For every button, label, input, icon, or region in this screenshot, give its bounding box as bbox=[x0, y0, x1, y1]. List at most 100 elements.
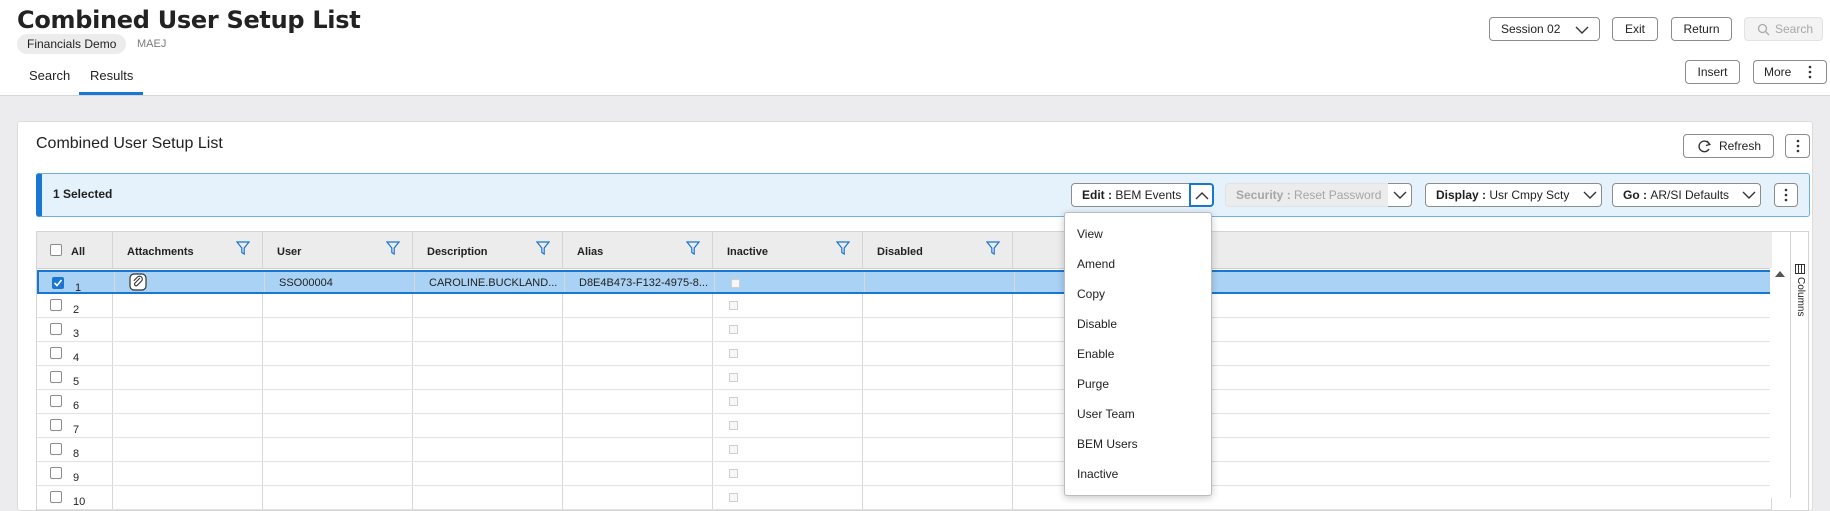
grid-scrollbar[interactable] bbox=[1770, 268, 1788, 498]
disabled-cell[interactable] bbox=[863, 414, 1013, 437]
return-button[interactable]: Return bbox=[1671, 17, 1732, 41]
row-select-cell[interactable]: 5 bbox=[37, 366, 113, 389]
inactive-cell[interactable] bbox=[713, 318, 863, 341]
selection-more-button[interactable] bbox=[1774, 183, 1798, 207]
user-cell[interactable] bbox=[263, 318, 413, 341]
menu-item-disable[interactable]: Disable bbox=[1077, 317, 1117, 331]
table-row[interactable]: 5 bbox=[37, 366, 1772, 390]
row-select-cell[interactable]: 1 bbox=[39, 272, 115, 292]
disabled-cell[interactable] bbox=[863, 390, 1013, 413]
menu-item-inactive[interactable]: Inactive bbox=[1077, 467, 1118, 481]
tab-search[interactable]: Search bbox=[29, 68, 70, 83]
menu-item-enable[interactable]: Enable bbox=[1077, 347, 1114, 361]
alias-cell[interactable] bbox=[563, 294, 713, 317]
row-checkbox[interactable] bbox=[52, 277, 64, 289]
row-select-cell[interactable]: 8 bbox=[37, 438, 113, 461]
menu-item-view[interactable]: View bbox=[1077, 227, 1103, 241]
display-action-button[interactable]: Display : Usr Cmpy Scty bbox=[1425, 183, 1579, 207]
description-cell[interactable] bbox=[413, 438, 563, 461]
row-checkbox[interactable] bbox=[50, 323, 62, 335]
user-cell[interactable] bbox=[263, 414, 413, 437]
description-cell[interactable] bbox=[413, 318, 563, 341]
table-row[interactable]: 4 bbox=[37, 342, 1772, 366]
alias-cell[interactable] bbox=[563, 342, 713, 365]
attachments-cell[interactable] bbox=[113, 342, 263, 365]
disabled-cell[interactable] bbox=[863, 294, 1013, 317]
alias-cell[interactable] bbox=[563, 414, 713, 437]
column-header-inactive[interactable]: Inactive bbox=[713, 232, 863, 269]
row-select-cell[interactable]: 3 bbox=[37, 318, 113, 341]
description-cell[interactable] bbox=[413, 366, 563, 389]
menu-item-purge[interactable]: Purge bbox=[1077, 377, 1109, 391]
table-row[interactable]: 7 bbox=[37, 414, 1772, 438]
column-header-disabled[interactable]: Disabled bbox=[863, 232, 1013, 269]
alias-cell[interactable] bbox=[563, 438, 713, 461]
disabled-cell[interactable] bbox=[863, 366, 1013, 389]
user-cell[interactable] bbox=[263, 438, 413, 461]
row-checkbox[interactable] bbox=[50, 371, 62, 383]
row-checkbox[interactable] bbox=[50, 491, 62, 503]
attachments-cell[interactable] bbox=[115, 272, 265, 292]
user-cell[interactable] bbox=[263, 366, 413, 389]
menu-item-copy[interactable]: Copy bbox=[1077, 287, 1105, 301]
inactive-cell[interactable] bbox=[713, 342, 863, 365]
row-select-cell[interactable]: 4 bbox=[37, 342, 113, 365]
row-select-cell[interactable]: 6 bbox=[37, 390, 113, 413]
table-row[interactable]: 3 bbox=[37, 318, 1772, 342]
select-all-checkbox[interactable] bbox=[50, 244, 62, 256]
attachment-icon[interactable] bbox=[129, 273, 147, 291]
filter-icon[interactable] bbox=[986, 241, 1000, 255]
disabled-cell[interactable] bbox=[863, 438, 1013, 461]
attachments-cell[interactable] bbox=[113, 366, 263, 389]
attachments-cell[interactable] bbox=[113, 318, 263, 341]
inactive-cell[interactable] bbox=[713, 462, 863, 485]
search-button[interactable]: Search bbox=[1744, 17, 1823, 41]
description-cell[interactable] bbox=[413, 342, 563, 365]
menu-item-amend[interactable]: Amend bbox=[1077, 257, 1115, 271]
security-action-toggle[interactable] bbox=[1388, 183, 1412, 207]
description-cell[interactable] bbox=[413, 390, 563, 413]
filter-icon[interactable] bbox=[686, 241, 700, 255]
inactive-cell[interactable] bbox=[713, 438, 863, 461]
row-checkbox[interactable] bbox=[50, 443, 62, 455]
header-select-all[interactable]: All bbox=[37, 232, 113, 269]
description-cell[interactable] bbox=[413, 414, 563, 437]
row-checkbox[interactable] bbox=[50, 347, 62, 359]
row-checkbox[interactable] bbox=[50, 395, 62, 407]
row-select-cell[interactable]: 7 bbox=[37, 414, 113, 437]
refresh-button[interactable]: Refresh bbox=[1683, 134, 1774, 158]
table-row[interactable]: 2 bbox=[37, 294, 1772, 318]
inactive-cell[interactable] bbox=[713, 414, 863, 437]
columns-side-panel[interactable]: Columns bbox=[1790, 232, 1808, 498]
table-row[interactable]: 6 bbox=[37, 390, 1772, 414]
attachments-cell[interactable] bbox=[113, 414, 263, 437]
description-cell[interactable] bbox=[413, 294, 563, 317]
inactive-cell[interactable] bbox=[713, 294, 863, 317]
description-cell[interactable] bbox=[413, 462, 563, 485]
filter-icon[interactable] bbox=[236, 241, 250, 255]
more-button[interactable]: More bbox=[1753, 60, 1827, 84]
go-action-toggle[interactable] bbox=[1737, 183, 1761, 207]
go-action-button[interactable]: Go : AR/SI Defaults bbox=[1612, 183, 1738, 207]
row-checkbox[interactable] bbox=[50, 467, 62, 479]
edit-action-button[interactable]: Edit : BEM Events bbox=[1071, 183, 1190, 207]
security-action-button[interactable]: Security : Reset Password bbox=[1225, 183, 1389, 207]
user-cell[interactable]: SSO00004 bbox=[265, 272, 415, 292]
filter-icon[interactable] bbox=[536, 241, 550, 255]
edit-action-toggle[interactable] bbox=[1189, 183, 1214, 207]
alias-cell[interactable]: D8E4B473-F132-4975-8... bbox=[565, 272, 715, 292]
alias-cell[interactable] bbox=[563, 318, 713, 341]
menu-item-bem-users[interactable]: BEM Users bbox=[1077, 437, 1138, 451]
disabled-cell[interactable] bbox=[863, 318, 1013, 341]
user-cell[interactable] bbox=[263, 342, 413, 365]
column-header-description[interactable]: Description bbox=[413, 232, 563, 269]
row-checkbox[interactable] bbox=[50, 299, 62, 311]
row-select-cell[interactable]: 2 bbox=[37, 294, 113, 317]
table-row[interactable]: 10 bbox=[37, 486, 1772, 510]
inactive-cell[interactable] bbox=[713, 366, 863, 389]
disabled-cell[interactable] bbox=[863, 462, 1013, 485]
scroll-up-icon[interactable] bbox=[1774, 270, 1786, 278]
disabled-cell[interactable] bbox=[865, 272, 1015, 292]
disabled-cell[interactable] bbox=[863, 342, 1013, 365]
attachments-cell[interactable] bbox=[113, 462, 263, 485]
